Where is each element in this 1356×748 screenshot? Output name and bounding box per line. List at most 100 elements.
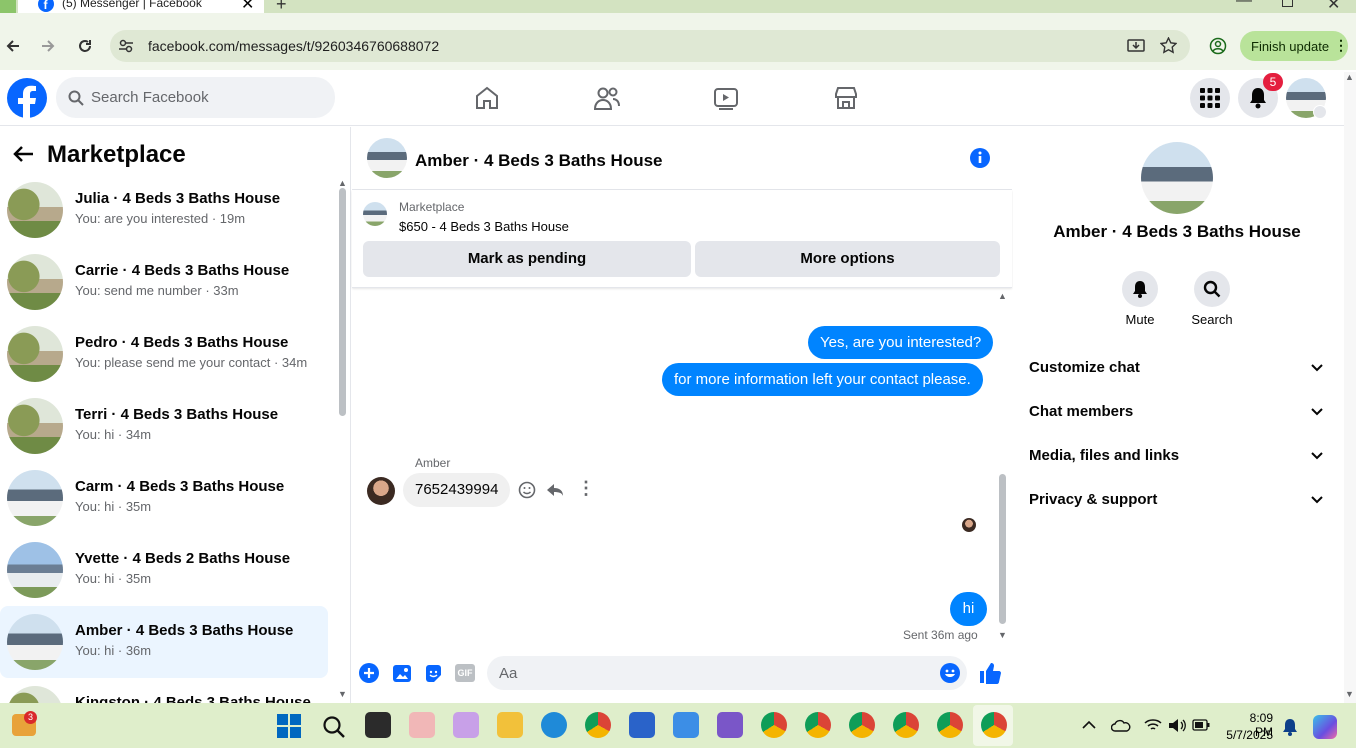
outgoing-message[interactable]: Yes, are you interested? [808, 326, 994, 359]
edge-icon[interactable] [541, 712, 567, 738]
info-icon[interactable] [969, 147, 991, 169]
gif-button[interactable]: GIF [455, 664, 475, 682]
copilot-icon[interactable] [1313, 715, 1337, 739]
listing-title[interactable]: $650 - 4 Beds 3 Baths House [399, 219, 569, 234]
chat-avatar[interactable] [367, 138, 407, 178]
like-thumb-icon[interactable] [979, 662, 1001, 684]
chrome-profile-icon[interactable] [761, 712, 787, 738]
store-icon[interactable] [629, 712, 655, 738]
chat-title[interactable]: Amber · 4 Beds 3 Baths House [415, 151, 663, 171]
message-more-icon[interactable]: ⋮ [577, 478, 595, 499]
windows-start-icon[interactable] [277, 714, 301, 738]
tray-chevron-up-icon[interactable] [1082, 720, 1096, 730]
chevron-down-icon[interactable] [1310, 449, 1324, 463]
plus-circle-icon[interactable] [359, 663, 379, 683]
facebook-logo-icon[interactable] [7, 78, 47, 118]
scroll-down-icon[interactable]: ▼ [338, 689, 347, 699]
customize-chat-section[interactable]: Customize chat [1029, 359, 1140, 376]
taskbar-search-icon[interactable] [322, 715, 346, 739]
finish-update-button[interactable]: Finish update ⋮ [1240, 31, 1348, 61]
outgoing-message[interactable]: for more information left your contact p… [662, 363, 983, 396]
conversation-item[interactable]: Julia · 4 Beds 3 Baths House You: are you… [0, 174, 328, 246]
maximize-icon[interactable] [1282, 0, 1293, 7]
account-chevron-icon[interactable] [1313, 105, 1327, 119]
message-input[interactable]: Aa [487, 656, 967, 690]
page-scroll-down-icon[interactable]: ▼ [1345, 689, 1354, 699]
snipping-tool-icon[interactable] [453, 712, 479, 738]
browser-tab[interactable]: f (5) Messenger | Facebook ✕ [18, 0, 264, 13]
reply-icon[interactable] [546, 482, 564, 498]
task-view-icon[interactable] [365, 712, 391, 738]
friends-icon[interactable] [593, 85, 621, 111]
conversation-item[interactable]: Pedro · 4 Beds 3 Baths House You: please … [0, 318, 328, 390]
kebab-menu-icon: ⋮ [1334, 37, 1348, 53]
watch-video-icon[interactable] [713, 86, 739, 110]
onedrive-cloud-icon[interactable] [1111, 719, 1131, 732]
page-scroll-up-icon[interactable]: ▲ [1345, 72, 1354, 82]
profile-icon[interactable] [1209, 37, 1227, 55]
conversation-preview: You: send me number · 33m [75, 283, 239, 298]
chrome-profile-icon[interactable] [937, 712, 963, 738]
clipchamp-icon[interactable] [717, 712, 743, 738]
file-explorer-icon[interactable] [497, 712, 523, 738]
privacy-support-section[interactable]: Privacy & support [1029, 491, 1157, 508]
tab-search-button[interactable] [0, 0, 16, 13]
incoming-message[interactable]: 7652439994 [403, 473, 511, 507]
marketplace-icon[interactable] [833, 85, 859, 111]
chrome-profile-icon[interactable] [849, 712, 875, 738]
chevron-down-icon[interactable] [1310, 405, 1324, 419]
more-options-button[interactable]: More options [695, 241, 1000, 277]
chat-scroll-down-icon[interactable]: ▼ [998, 630, 1007, 640]
photos-icon[interactable] [673, 712, 699, 738]
minimize-icon[interactable]: — [1236, 0, 1252, 10]
info-avatar[interactable] [1141, 142, 1213, 214]
wifi-icon[interactable] [1144, 718, 1162, 732]
outgoing-message[interactable]: hi [950, 592, 987, 626]
scroll-up-icon[interactable]: ▲ [338, 178, 347, 188]
chrome-profile-icon[interactable] [805, 712, 831, 738]
chevron-down-icon[interactable] [1310, 493, 1324, 507]
install-app-icon[interactable] [1127, 38, 1145, 54]
app-icon[interactable] [409, 712, 435, 738]
conversation-item[interactable]: Amber · 4 Beds 3 Baths House You: hi · 36… [0, 606, 328, 678]
chat-scrollbar[interactable] [999, 474, 1006, 624]
sender-avatar[interactable] [367, 477, 395, 505]
conversation-item[interactable]: Carrie · 4 Beds 3 Baths House You: send m… [0, 246, 328, 318]
sticker-icon[interactable] [424, 664, 443, 683]
listing-thumbnail[interactable] [363, 202, 387, 226]
chrome-active-icon[interactable] [981, 712, 1007, 738]
site-info-icon[interactable] [118, 38, 134, 54]
left-scrollbar[interactable] [339, 188, 346, 416]
chevron-down-icon[interactable] [1310, 361, 1324, 375]
volume-icon[interactable] [1168, 718, 1186, 733]
reload-icon[interactable] [77, 38, 93, 54]
battery-icon[interactable] [1192, 719, 1210, 731]
mark-as-pending-button[interactable]: Mark as pending [363, 241, 691, 277]
forward-icon[interactable] [40, 38, 56, 54]
back-icon[interactable] [5, 38, 21, 54]
emoji-icon[interactable] [940, 663, 960, 683]
chrome-profile-icon[interactable] [893, 712, 919, 738]
media-files-links-section[interactable]: Media, files and links [1029, 447, 1179, 464]
search-box[interactable]: Search Facebook [56, 77, 335, 118]
photo-icon[interactable] [392, 664, 412, 683]
search-in-chat-button[interactable] [1194, 271, 1230, 307]
notification-bell-icon[interactable] [1282, 718, 1298, 736]
chat-scroll-up-icon[interactable]: ▲ [998, 291, 1007, 301]
bookmark-star-icon[interactable] [1160, 37, 1177, 54]
tab-close-icon[interactable]: ✕ [241, 0, 254, 14]
clock-date[interactable]: 5/7/2025 [1222, 728, 1273, 742]
home-icon[interactable] [474, 85, 500, 111]
conversation-item[interactable]: Carm · 4 Beds 3 Baths House You: hi · 35m [0, 462, 328, 534]
close-window-icon[interactable]: ✕ [1327, 0, 1340, 14]
back-arrow-icon[interactable] [12, 145, 34, 163]
react-emoji-icon[interactable] [518, 481, 536, 499]
conversation-item[interactable]: Terri · 4 Beds 3 Baths House You: hi · 34… [0, 390, 328, 462]
mute-button[interactable] [1122, 271, 1158, 307]
menu-button[interactable] [1190, 78, 1230, 118]
conversation-item[interactable]: Yvette · 4 Beds 2 Baths House You: hi · 3… [0, 534, 328, 606]
chat-members-section[interactable]: Chat members [1029, 403, 1133, 420]
page-scrollbar[interactable] [1344, 72, 1356, 703]
chrome-icon[interactable] [585, 712, 611, 738]
conversation-item[interactable]: Kingston · 4 Beds 3 Baths House [0, 678, 328, 703]
